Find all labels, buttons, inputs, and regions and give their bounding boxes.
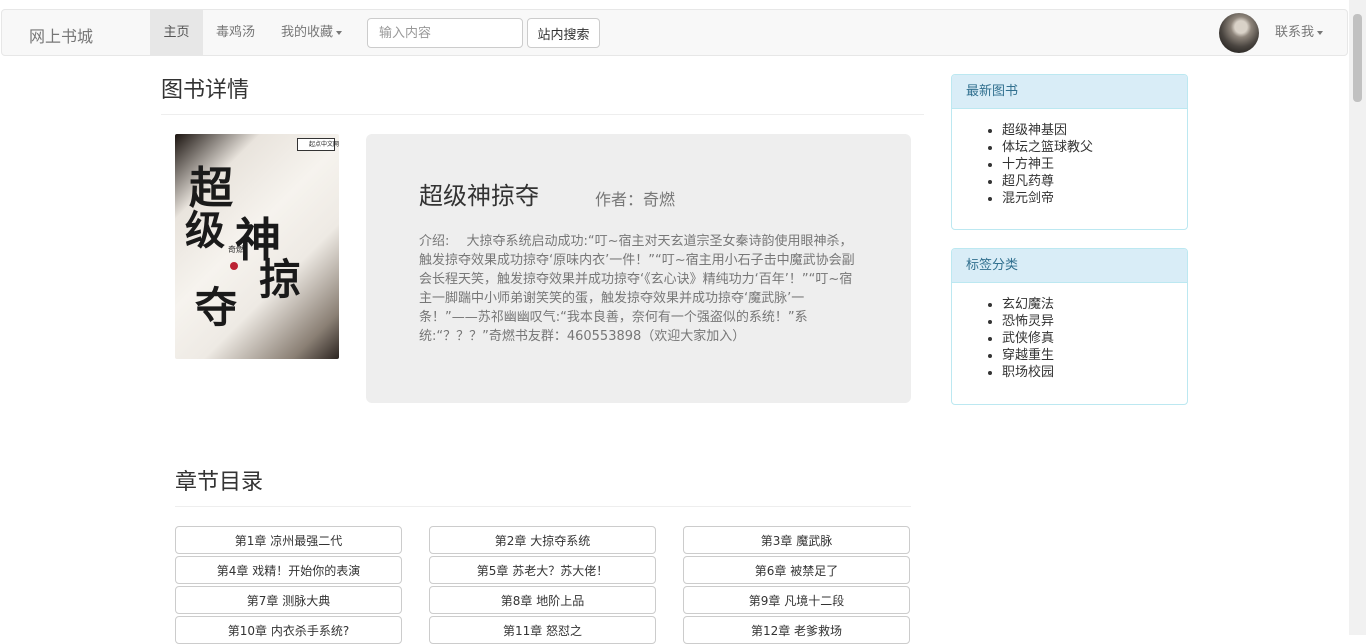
book-title: 超级神掠夺 <box>419 182 539 210</box>
page-title: 图书详情 <box>161 78 250 103</box>
book-intro: 介绍: 大掠夺系统启动成功:“叮~宿主对天玄道宗圣女秦诗韵使用眼神杀，触发掠夺效… <box>419 234 855 344</box>
tag-item[interactable]: 职场校园 <box>1002 364 1187 381</box>
brand-link[interactable]: 网上书城 <box>29 23 93 47</box>
chapter-button[interactable]: 第1章 凉州最强二代 <box>175 526 402 554</box>
latest-books-list: 超级神基因 体坛之篮球教父 十方神王 超凡药尊 混元剑帝 <box>952 122 1187 207</box>
nav-soup[interactable]: 毒鸡汤 <box>216 10 255 55</box>
navbar: 网上书城 主页 毒鸡汤 我的收藏 站内搜索 联系我 <box>1 9 1348 56</box>
tags-list: 玄幻魔法 恐怖灵异 武侠修真 穿越重生 职场校园 <box>952 296 1187 381</box>
chapter-button[interactable]: 第7章 测脉大典 <box>175 586 402 614</box>
nav-favorites-label: 我的收藏 <box>281 25 334 40</box>
search-input[interactable] <box>367 18 523 48</box>
panel-heading: 最新图书 <box>952 75 1187 109</box>
tag-item[interactable]: 玄幻魔法 <box>1002 296 1187 313</box>
tag-item[interactable]: 武侠修真 <box>1002 330 1187 347</box>
search-button[interactable]: 站内搜索 <box>527 18 600 48</box>
chapter-button[interactable]: 第11章 怒怼之 <box>429 616 656 644</box>
latest-book-item[interactable]: 十方神王 <box>1002 156 1187 173</box>
chapter-button[interactable]: 第5章 苏老大？苏大佬！ <box>429 556 656 584</box>
chapter-button[interactable]: 第2章 大掠夺系统 <box>429 526 656 554</box>
caret-down-icon <box>1317 30 1324 35</box>
chapter-button[interactable]: 第12章 老爹救场 <box>683 616 910 644</box>
tag-item[interactable]: 恐怖灵异 <box>1002 313 1187 330</box>
chapter-button[interactable]: 第4章 戏精！开始你的表演 <box>175 556 402 584</box>
book-cover-image: 起点中文网 超 级 神 掠 夺 奇燃 <box>175 134 339 359</box>
latest-book-item[interactable]: 体坛之篮球教父 <box>1002 139 1187 156</box>
cover-glyph: 级 <box>185 207 225 254</box>
book-info-box: 超级神掠夺 作者：奇燃 介绍: 大掠夺系统启动成功:“叮~宿主对天玄道宗圣女秦诗… <box>366 134 911 403</box>
scrollbar-thumb[interactable] <box>1353 14 1362 102</box>
caret-down-icon <box>336 30 343 35</box>
latest-book-item[interactable]: 混元剑帝 <box>1002 190 1187 207</box>
page-scrollbar[interactable] <box>1349 0 1366 635</box>
latest-book-item[interactable]: 超凡药尊 <box>1002 173 1187 190</box>
chapter-button[interactable]: 第6章 被禁足了 <box>683 556 910 584</box>
cover-author: 奇燃 <box>228 245 244 254</box>
chapter-button[interactable]: 第9章 凡境十二段 <box>683 586 910 614</box>
chapter-button[interactable]: 第10章 内衣杀手系统? <box>175 616 402 644</box>
cover-glyph: 掠 <box>259 255 302 304</box>
avatar[interactable] <box>1219 13 1259 53</box>
latest-books-panel: 最新图书 超级神基因 体坛之篮球教父 十方神王 超凡药尊 混元剑帝 <box>951 74 1188 230</box>
panel-heading: 标签分类 <box>952 249 1187 283</box>
cover-glyph: 夺 <box>195 283 238 332</box>
nav-contact-label: 联系我 <box>1275 25 1315 40</box>
nav-home[interactable]: 主页 <box>150 10 203 55</box>
chapter-button[interactable]: 第8章 地阶上品 <box>429 586 656 614</box>
book-author: 作者：奇燃 <box>595 190 676 209</box>
cover-logo: 起点中文网 <box>309 141 339 148</box>
divider <box>175 506 911 507</box>
divider <box>161 114 924 115</box>
latest-book-item[interactable]: 超级神基因 <box>1002 122 1187 139</box>
nav-favorites-dropdown[interactable]: 我的收藏 <box>281 10 343 55</box>
tag-item[interactable]: 穿越重生 <box>1002 347 1187 364</box>
nav-contact-dropdown[interactable]: 联系我 <box>1275 10 1324 55</box>
seal-icon <box>230 262 238 270</box>
chapter-button[interactable]: 第3章 魔武脉 <box>683 526 910 554</box>
tags-panel: 标签分类 玄幻魔法 恐怖灵异 武侠修真 穿越重生 职场校园 <box>951 248 1188 405</box>
chapter-grid: 第1章 凉州最强二代 第2章 大掠夺系统 第3章 魔武脉 第4章 戏精！开始你的… <box>175 526 911 644</box>
chapter-list-title: 章节目录 <box>175 470 264 495</box>
